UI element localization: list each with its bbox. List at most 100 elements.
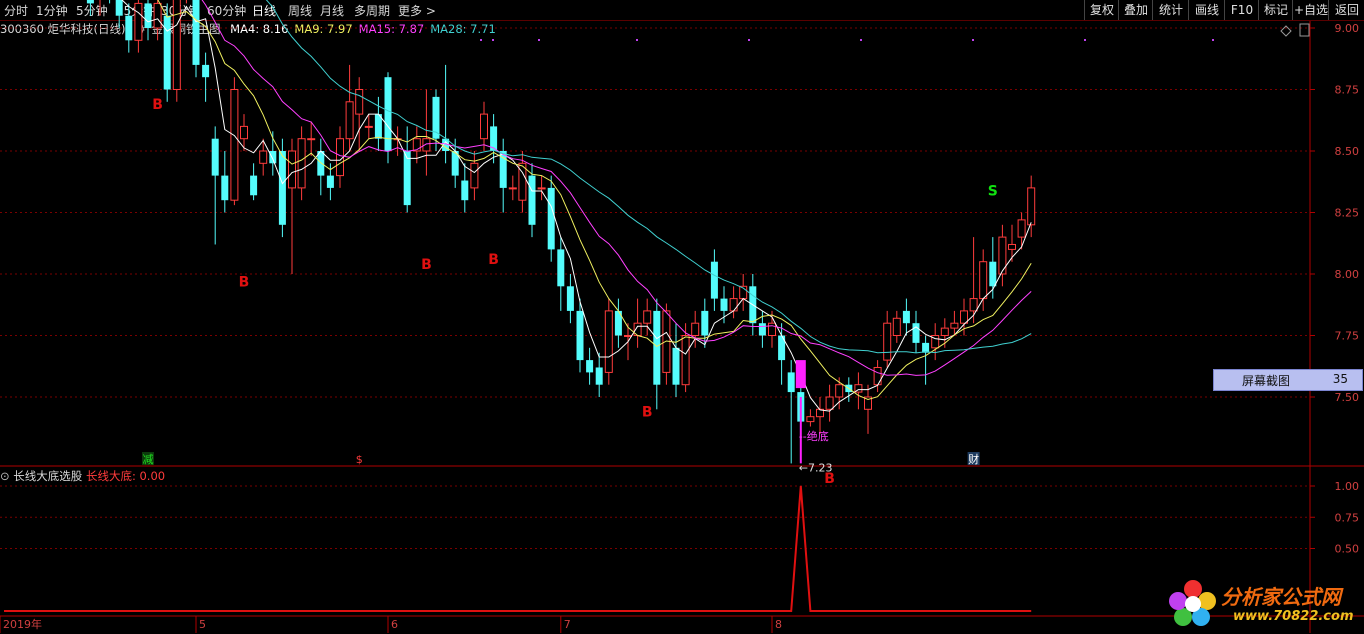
candle-body: [873, 366, 882, 386]
candle-body: [269, 151, 277, 164]
candle-body: [576, 310, 584, 361]
top-marker-dot: [1212, 39, 1214, 41]
main-tick-label: 8.75: [1335, 84, 1360, 97]
candle-body: [250, 175, 258, 196]
time-axis-label: 8: [775, 618, 782, 631]
candle-body: [1027, 187, 1036, 226]
candle-body: [202, 64, 210, 78]
bottom-signal-label: --绝底: [799, 429, 829, 443]
candle-body: [240, 125, 248, 140]
screenshot-label[interactable]: 屏幕截图: [1242, 372, 1290, 389]
candle-body: [336, 138, 344, 177]
watermark-title: 分析家公式网: [1221, 585, 1341, 609]
candle-body: [163, 15, 171, 90]
candle-body: [1008, 243, 1016, 250]
candle-body: [125, 15, 133, 41]
lower-tick-label: 1.00: [1335, 480, 1360, 493]
candle-body: [806, 416, 815, 423]
screenshot-popup[interactable]: 屏幕截图 35: [1213, 369, 1363, 391]
main-tick-label: 9.00: [1335, 22, 1360, 35]
ma-line-9: [157, 0, 1032, 401]
time-axis-label: 5: [199, 618, 206, 631]
candle-body: [278, 151, 286, 225]
sell-marker: S: [988, 183, 998, 199]
candle-body: [604, 310, 613, 373]
candle-body: [384, 77, 392, 151]
candle-body: [115, 0, 123, 16]
top-marker-dot: [972, 39, 974, 41]
top-marker-dot: [1084, 39, 1086, 41]
candle-body: [288, 150, 296, 189]
bottom-tag: 减: [143, 453, 154, 466]
candle-body: [758, 323, 766, 336]
bottom-tag: 财: [968, 452, 979, 466]
collapse-icon[interactable]: ⊙: [0, 469, 10, 483]
candle-body: [950, 322, 959, 329]
candle-body: [566, 286, 574, 311]
candle-body: [835, 384, 844, 398]
ma-line-28: [265, 0, 1032, 354]
candle-body: [883, 322, 892, 361]
candle-body: [326, 175, 334, 188]
candle-body: [989, 261, 997, 287]
lower-series-label: 长线大底: 0.00: [85, 469, 166, 483]
candle-body: [710, 261, 718, 299]
watermark-url: www.70822.com: [1233, 609, 1354, 624]
flower-logo-icon: [1169, 580, 1216, 626]
candle-body: [1017, 219, 1026, 238]
candle-body: [192, 0, 200, 65]
time-axis-label: 7: [564, 618, 571, 631]
top-marker-dot: [492, 39, 494, 41]
main-tick-label: 7.75: [1335, 330, 1360, 343]
candle-body: [86, 0, 94, 4]
candle-body: [681, 335, 690, 386]
candle-body: [470, 162, 479, 189]
main-tick-label: 8.50: [1335, 145, 1360, 158]
main-tick-label: 8.25: [1335, 207, 1360, 220]
candle-body: [528, 175, 536, 225]
candle-body: [508, 187, 517, 190]
buy-marker: B: [421, 257, 432, 273]
lower-tick-label: 0.50: [1335, 543, 1360, 556]
candle-body: [144, 3, 152, 29]
screenshot-count: 35: [1332, 372, 1348, 386]
candle-body: [355, 89, 364, 115]
buy-marker: B: [239, 274, 250, 290]
candle-body: [643, 310, 652, 324]
candle-body: [720, 298, 728, 311]
top-marker-dot: [636, 39, 638, 41]
lower-indicator-name[interactable]: 长线大底选股: [13, 469, 82, 483]
candle-body: [672, 347, 680, 385]
top-marker-dot: [860, 39, 862, 41]
lower-indicator-label: ⊙ 长线大底选股 长线大底: 0.00: [0, 468, 165, 484]
candle-body: [892, 317, 901, 336]
bottom-tag: $: [356, 453, 363, 466]
candle-body: [461, 180, 469, 201]
candle-body: [364, 125, 373, 128]
candle-body: [211, 138, 219, 176]
stock-chart[interactable]: 7.507.758.008.258.508.759.009.259.509.75…: [0, 0, 1364, 633]
candle-body: [259, 150, 268, 164]
candle-body: [768, 322, 776, 337]
time-axis-label: 2019年: [3, 617, 42, 631]
candle-body: [480, 113, 488, 140]
ma-line-15: [201, 0, 1032, 376]
time-axis-label: 6: [391, 618, 398, 631]
main-tick-label: 8.00: [1335, 268, 1360, 281]
bottom-signal-bar: [795, 360, 806, 389]
candle-body: [701, 310, 709, 336]
candle-body: [547, 187, 555, 250]
candle-body: [345, 101, 354, 140]
main-tick-label: 7.50: [1335, 391, 1360, 404]
candle-body: [902, 310, 910, 324]
candle-body: [912, 323, 920, 343]
candle-body: [586, 360, 594, 373]
candle-body: [729, 298, 738, 312]
candle-body: [624, 335, 632, 337]
buy-marker: B: [488, 252, 499, 268]
candle-body: [230, 89, 239, 201]
candle-body: [297, 138, 306, 189]
candle-body: [134, 2, 143, 41]
candle-body: [979, 261, 988, 300]
top-marker-dot: [748, 39, 750, 41]
